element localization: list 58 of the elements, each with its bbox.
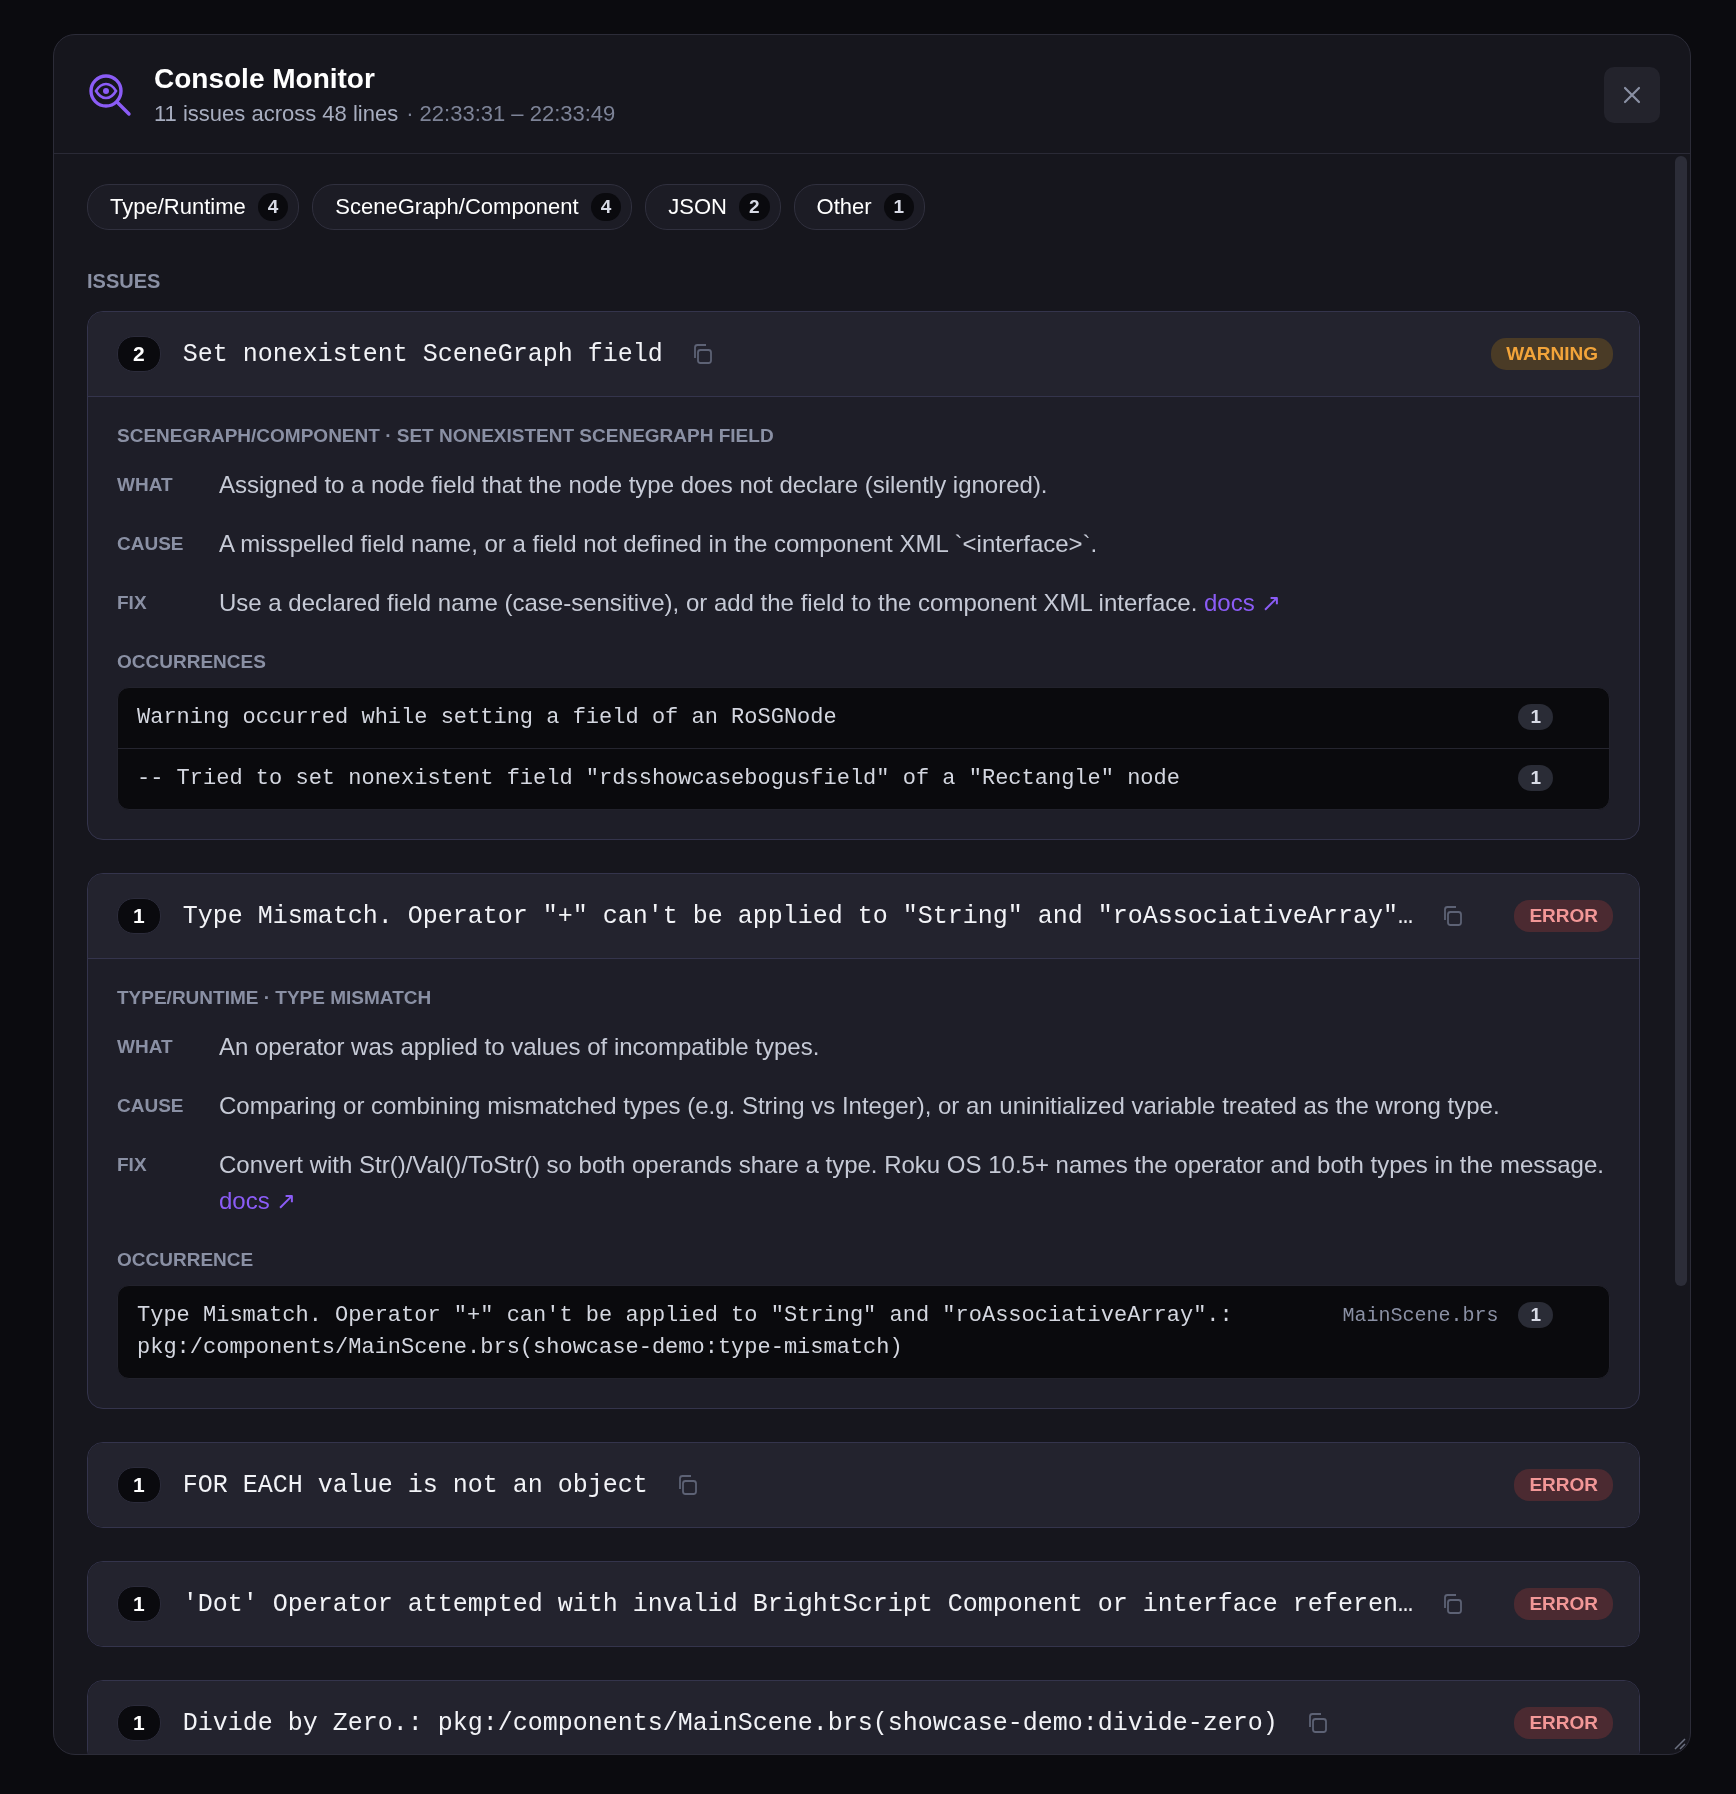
resize-handle-icon[interactable] [1672, 1736, 1686, 1750]
file-name: MainScene.brs [1342, 1303, 1499, 1329]
issue-title: Set nonexistent SceneGraph field [182, 339, 663, 369]
close-icon[interactable] [1622, 85, 1642, 105]
filter-chip[interactable]: Type/Runtime 4 [87, 184, 300, 230]
close-button[interactable] [1604, 67, 1660, 123]
docs-link[interactable]: docs ↗ [219, 1187, 297, 1214]
detail-label: FIX [117, 1153, 148, 1177]
occurrence-count: 1 [1518, 704, 1553, 730]
detail-text: Use a declared field name (case-sensitive), or add the field to the component XML interface. docs ↗ [219, 588, 1283, 618]
docs-link[interactable]: docs ↗ [1203, 589, 1282, 616]
detail-text: Convert with Str()/Val()/ToStr() so both operands share a type. Roku OS 10.5+ names the operator and both types in the message. docs ↗ [219, 1150, 1605, 1216]
detail-label: WHAT [117, 1035, 174, 1059]
issue-card[interactable]: 1 Divide by Zero.: pkg:/components/MainScene.brs(showcase-demo:divide-zero) ERROR [87, 1680, 1640, 1754]
occurrences-heading: OCCURRENCE [117, 1249, 255, 1271]
issue-category: SCENEGRAPH/COMPONENT · SET NONEXISTENT SCENEGRAPH FIELD [117, 425, 775, 447]
filter-chip[interactable]: SceneGraph/Component 4 [312, 184, 633, 230]
severity-badge: ERROR [1514, 1469, 1613, 1501]
severity-badge: ERROR [1514, 1707, 1613, 1739]
log-line: Warning occurred while setting a field of an RoSGNode [137, 704, 838, 732]
detail-label: CAUSE [117, 1094, 185, 1118]
issue-card[interactable] [87, 311, 1640, 840]
detail-label: WHAT [117, 473, 174, 497]
detail-text: Assigned to a node field that the node type does not declare (silently ignored). [219, 470, 1049, 500]
issue-card[interactable] [87, 873, 1640, 1409]
detail-text: A misspelled field name, or a field not defined in the component XML `<interface>`. [219, 529, 1099, 559]
severity-badge: ERROR [1514, 900, 1613, 932]
issue-card[interactable]: 1 'Dot' Operator attempted with invalid BrightScript Component or interface referen… ERROR [87, 1561, 1640, 1647]
section-heading: ISSUES [87, 270, 162, 293]
count-badge: 1 [117, 1467, 161, 1503]
issue-title: FOR EACH value is not an object [182, 1470, 648, 1500]
log-line: Type Mismatch. Operator "+" can't be applied to "String" and "roAssociativeArray".: pkg:/components/MainScene.brs(showcase-demo:type-mismatch) [137, 1302, 1234, 1362]
issue-card[interactable]: 1 FOR EACH value is not an object ERROR [87, 1442, 1640, 1528]
occurrence-count: 1 [1518, 765, 1553, 791]
detail-label: CAUSE [117, 532, 185, 556]
filter-chip[interactable]: JSON 2 [645, 184, 781, 230]
occurrence-count: 1 [1518, 1302, 1553, 1328]
scrollbar-thumb[interactable] [1675, 156, 1687, 1286]
filter-chip[interactable]: Other 1 [793, 184, 926, 230]
detail-text: Comparing or combining mismatched types (e.g. String vs Integer), or an uninitialized variable treated as the wrong type. [219, 1091, 1501, 1121]
count-badge: 1 [117, 898, 161, 934]
issue-title: Type Mismatch. Operator "+" can't be applied to "String" and "roAssociativeArray"… [182, 901, 1413, 931]
count-badge: 2 [117, 336, 161, 372]
issue-title: 'Dot' Operator attempted with invalid BrightScript Component or interface referen… [182, 1589, 1413, 1619]
count-badge: 1 [117, 1705, 161, 1741]
detail-text: An operator was applied to values of incompatible types. [219, 1032, 821, 1062]
count-badge: 1 [117, 1586, 161, 1622]
eye-search-icon [88, 73, 132, 117]
detail-label: FIX [117, 591, 148, 615]
issue-category: TYPE/RUNTIME · TYPE MISMATCH [117, 987, 433, 1009]
occurrences-heading: OCCURRENCES [117, 651, 267, 673]
severity-badge: WARNING [1491, 338, 1613, 370]
time-range: · 22:33:31 – 22:33:49 [406, 101, 616, 127]
severity-badge: ERROR [1514, 1588, 1613, 1620]
issue-title: Divide by Zero.: pkg:/components/MainScene.brs(showcase-demo:divide-zero) [182, 1708, 1278, 1738]
dialog-title: Console Monitor [154, 63, 376, 95]
log-line: -- Tried to set nonexistent field "rdsshowcasebogusfield" of a "Rectangle" node [137, 765, 1181, 793]
issue-summary: 11 issues across 48 lines [154, 101, 399, 127]
